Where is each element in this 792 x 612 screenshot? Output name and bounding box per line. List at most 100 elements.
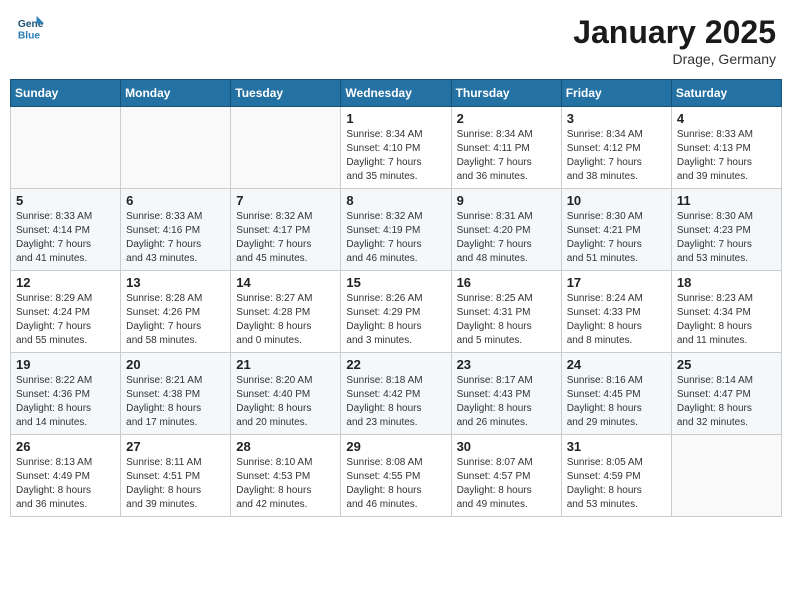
day-number: 13 xyxy=(126,275,225,290)
calendar-cell: 12 Sunrise: 8:29 AM Sunset: 4:24 PM Dayli… xyxy=(11,271,121,353)
day-number: 29 xyxy=(346,439,445,454)
day-info: Sunrise: 8:18 AM Sunset: 4:42 PM Dayligh… xyxy=(346,374,445,430)
day-number: 3 xyxy=(567,111,666,126)
calendar-week-row: 12 Sunrise: 8:29 AM Sunset: 4:24 PM Dayli… xyxy=(11,271,782,353)
calendar-cell xyxy=(121,107,231,189)
calendar-cell: 7 Sunrise: 8:32 AM Sunset: 4:17 PM Daylig… xyxy=(231,189,341,271)
calendar-week-row: 1Sunrise: 8:34 AM Sunset: 4:10 PM Daylig… xyxy=(11,107,782,189)
day-info: Sunrise: 8:14 AM Sunset: 4:47 PM Dayligh… xyxy=(677,374,776,430)
weekday-header: Tuesday xyxy=(231,80,341,107)
logo: General Blue xyxy=(16,14,44,42)
calendar-cell: 5 Sunrise: 8:33 AM Sunset: 4:14 PM Daylig… xyxy=(11,189,121,271)
day-info: Sunrise: 8:16 AM Sunset: 4:45 PM Dayligh… xyxy=(567,374,666,430)
day-number: 23 xyxy=(457,357,556,372)
day-info: Sunrise: 8:34 AM Sunset: 4:11 PM Dayligh… xyxy=(457,128,556,184)
calendar-cell: 9 Sunrise: 8:31 AM Sunset: 4:20 PM Daylig… xyxy=(451,189,561,271)
day-number: 30 xyxy=(457,439,556,454)
calendar-cell: 22 Sunrise: 8:18 AM Sunset: 4:42 PM Dayli… xyxy=(341,353,451,435)
calendar-week-row: 19 Sunrise: 8:22 AM Sunset: 4:36 PM Dayli… xyxy=(11,353,782,435)
day-info: Sunrise: 8:10 AM Sunset: 4:53 PM Dayligh… xyxy=(236,456,335,512)
calendar-cell: 14 Sunrise: 8:27 AM Sunset: 4:28 PM Dayli… xyxy=(231,271,341,353)
day-info: Sunrise: 8:34 AM Sunset: 4:12 PM Dayligh… xyxy=(567,128,666,184)
day-number: 12 xyxy=(16,275,115,290)
day-number: 26 xyxy=(16,439,115,454)
weekday-header: Sunday xyxy=(11,80,121,107)
calendar-cell: 6 Sunrise: 8:33 AM Sunset: 4:16 PM Daylig… xyxy=(121,189,231,271)
weekday-header: Friday xyxy=(561,80,671,107)
day-info: Sunrise: 8:30 AM Sunset: 4:23 PM Dayligh… xyxy=(677,210,776,266)
calendar-cell: 10Sunrise: 8:30 AM Sunset: 4:21 PM Dayli… xyxy=(561,189,671,271)
day-number: 5 xyxy=(16,193,115,208)
day-number: 4 xyxy=(677,111,776,126)
day-info: Sunrise: 8:31 AM Sunset: 4:20 PM Dayligh… xyxy=(457,210,556,266)
calendar-week-row: 26 Sunrise: 8:13 AM Sunset: 4:49 PM Dayli… xyxy=(11,435,782,517)
day-info: Sunrise: 8:28 AM Sunset: 4:26 PM Dayligh… xyxy=(126,292,225,348)
day-info: Sunrise: 8:13 AM Sunset: 4:49 PM Dayligh… xyxy=(16,456,115,512)
calendar-cell: 24Sunrise: 8:16 AM Sunset: 4:45 PM Dayli… xyxy=(561,353,671,435)
day-number: 31 xyxy=(567,439,666,454)
day-number: 19 xyxy=(16,357,115,372)
calendar-cell xyxy=(671,435,781,517)
day-number: 6 xyxy=(126,193,225,208)
calendar-cell: 19 Sunrise: 8:22 AM Sunset: 4:36 PM Dayli… xyxy=(11,353,121,435)
day-number: 7 xyxy=(236,193,335,208)
calendar-header-row: SundayMondayTuesdayWednesdayThursdayFrid… xyxy=(11,80,782,107)
day-number: 16 xyxy=(457,275,556,290)
day-info: Sunrise: 8:33 AM Sunset: 4:14 PM Dayligh… xyxy=(16,210,115,266)
calendar-cell: 3 Sunrise: 8:34 AM Sunset: 4:12 PM Daylig… xyxy=(561,107,671,189)
day-info: Sunrise: 8:21 AM Sunset: 4:38 PM Dayligh… xyxy=(126,374,225,430)
calendar-cell: 25 Sunrise: 8:14 AM Sunset: 4:47 PM Dayli… xyxy=(671,353,781,435)
day-info: Sunrise: 8:30 AM Sunset: 4:21 PM Dayligh… xyxy=(567,210,666,266)
weekday-header: Monday xyxy=(121,80,231,107)
day-number: 11 xyxy=(677,193,776,208)
day-number: 22 xyxy=(346,357,445,372)
calendar-cell xyxy=(11,107,121,189)
day-number: 17 xyxy=(567,275,666,290)
day-number: 15 xyxy=(346,275,445,290)
day-info: Sunrise: 8:20 AM Sunset: 4:40 PM Dayligh… xyxy=(236,374,335,430)
title-block: January 2025 Drage, Germany xyxy=(573,14,776,67)
svg-text:Blue: Blue xyxy=(18,30,41,41)
day-info: Sunrise: 8:25 AM Sunset: 4:31 PM Dayligh… xyxy=(457,292,556,348)
calendar-week-row: 5 Sunrise: 8:33 AM Sunset: 4:14 PM Daylig… xyxy=(11,189,782,271)
day-info: Sunrise: 8:11 AM Sunset: 4:51 PM Dayligh… xyxy=(126,456,225,512)
day-info: Sunrise: 8:27 AM Sunset: 4:28 PM Dayligh… xyxy=(236,292,335,348)
calendar-cell: 30Sunrise: 8:07 AM Sunset: 4:57 PM Dayli… xyxy=(451,435,561,517)
calendar-cell: 28 Sunrise: 8:10 AM Sunset: 4:53 PM Dayli… xyxy=(231,435,341,517)
weekday-header: Wednesday xyxy=(341,80,451,107)
day-info: Sunrise: 8:26 AM Sunset: 4:29 PM Dayligh… xyxy=(346,292,445,348)
calendar-cell: 27Sunrise: 8:11 AM Sunset: 4:51 PM Dayli… xyxy=(121,435,231,517)
day-number: 9 xyxy=(457,193,556,208)
day-number: 18 xyxy=(677,275,776,290)
day-info: Sunrise: 8:33 AM Sunset: 4:16 PM Dayligh… xyxy=(126,210,225,266)
calendar-cell: 18 Sunrise: 8:23 AM Sunset: 4:34 PM Dayli… xyxy=(671,271,781,353)
page-header: General Blue January 2025 Drage, Germany xyxy=(10,10,782,71)
day-info: Sunrise: 8:23 AM Sunset: 4:34 PM Dayligh… xyxy=(677,292,776,348)
day-number: 28 xyxy=(236,439,335,454)
calendar-cell: 23Sunrise: 8:17 AM Sunset: 4:43 PM Dayli… xyxy=(451,353,561,435)
weekday-header: Saturday xyxy=(671,80,781,107)
day-info: Sunrise: 8:05 AM Sunset: 4:59 PM Dayligh… xyxy=(567,456,666,512)
weekday-header: Thursday xyxy=(451,80,561,107)
day-info: Sunrise: 8:29 AM Sunset: 4:24 PM Dayligh… xyxy=(16,292,115,348)
calendar-cell: 11 Sunrise: 8:30 AM Sunset: 4:23 PM Dayli… xyxy=(671,189,781,271)
day-info: Sunrise: 8:32 AM Sunset: 4:17 PM Dayligh… xyxy=(236,210,335,266)
calendar-cell: 26 Sunrise: 8:13 AM Sunset: 4:49 PM Dayli… xyxy=(11,435,121,517)
month-title: January 2025 xyxy=(573,14,776,51)
calendar-cell: 31 Sunrise: 8:05 AM Sunset: 4:59 PM Dayli… xyxy=(561,435,671,517)
day-info: Sunrise: 8:24 AM Sunset: 4:33 PM Dayligh… xyxy=(567,292,666,348)
calendar-cell: 29Sunrise: 8:08 AM Sunset: 4:55 PM Dayli… xyxy=(341,435,451,517)
day-number: 21 xyxy=(236,357,335,372)
calendar-cell: 21 Sunrise: 8:20 AM Sunset: 4:40 PM Dayli… xyxy=(231,353,341,435)
logo-icon: General Blue xyxy=(16,14,44,42)
calendar-cell: 4 Sunrise: 8:33 AM Sunset: 4:13 PM Daylig… xyxy=(671,107,781,189)
calendar-cell xyxy=(231,107,341,189)
day-info: Sunrise: 8:22 AM Sunset: 4:36 PM Dayligh… xyxy=(16,374,115,430)
day-number: 14 xyxy=(236,275,335,290)
calendar-cell: 13 Sunrise: 8:28 AM Sunset: 4:26 PM Dayli… xyxy=(121,271,231,353)
day-number: 20 xyxy=(126,357,225,372)
day-number: 25 xyxy=(677,357,776,372)
calendar-cell: 17 Sunrise: 8:24 AM Sunset: 4:33 PM Dayli… xyxy=(561,271,671,353)
day-info: Sunrise: 8:33 AM Sunset: 4:13 PM Dayligh… xyxy=(677,128,776,184)
calendar-cell: 15 Sunrise: 8:26 AM Sunset: 4:29 PM Dayli… xyxy=(341,271,451,353)
